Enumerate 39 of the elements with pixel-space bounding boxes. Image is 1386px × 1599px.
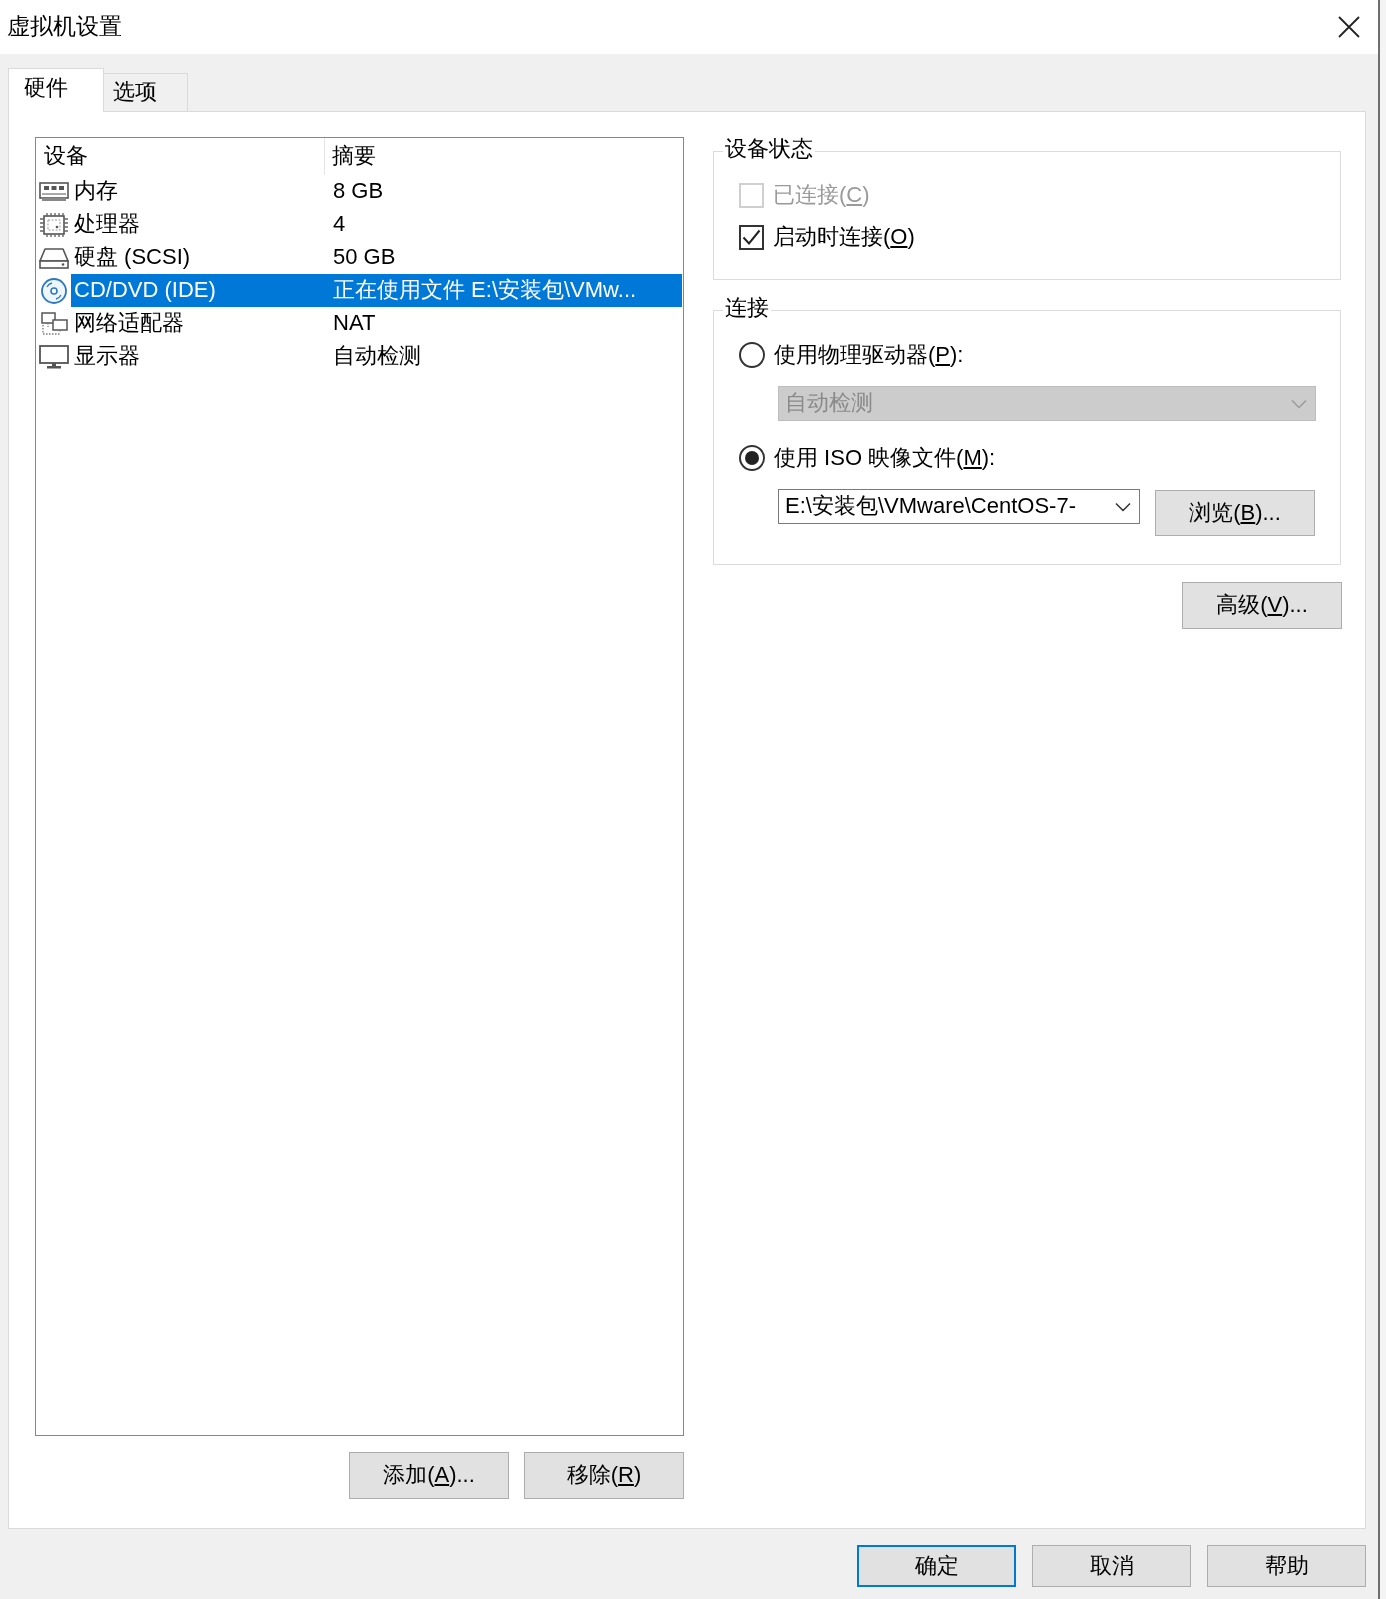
help-button[interactable]: 帮助 xyxy=(1207,1545,1366,1587)
device-name[interactable]: 网络适配器 xyxy=(71,307,325,340)
chevron-down-icon xyxy=(1291,398,1307,409)
device-name[interactable]: 处理器 xyxy=(71,208,325,241)
window-title: 虚拟机设置 xyxy=(7,13,122,41)
monitor-icon xyxy=(39,343,69,370)
chevron-down-icon xyxy=(1115,501,1131,512)
checkbox-label: 启动时连接(O) xyxy=(773,223,915,251)
device-name[interactable]: 显示器 xyxy=(71,340,325,373)
device-summary: NAT xyxy=(332,309,377,338)
device-summary: 50 GB xyxy=(332,243,397,272)
radio-label: 使用物理驱动器(P): xyxy=(774,341,964,369)
add-button[interactable]: 添加(A)... xyxy=(349,1452,509,1499)
close-icon xyxy=(1338,16,1360,38)
device-name[interactable]: 内存 xyxy=(71,175,325,208)
advanced-button[interactable]: 高级(V)... xyxy=(1182,582,1342,629)
remove-button[interactable]: 移除(R) xyxy=(524,1452,684,1499)
column-header[interactable]: 设备 xyxy=(36,138,325,175)
radio-button[interactable] xyxy=(739,342,765,368)
radio-label: 使用 ISO 映像文件(M): xyxy=(774,444,996,472)
device-name[interactable]: 硬盘 (SCSI) xyxy=(71,241,325,274)
device-summary: 4 xyxy=(332,210,347,239)
radio-button[interactable] xyxy=(739,445,765,471)
device-name[interactable]: CD/DVD (IDE) xyxy=(71,274,325,307)
disc-icon xyxy=(39,277,69,304)
network-monitors-icon xyxy=(39,310,69,337)
checkbox-label: 已连接(C) xyxy=(773,181,870,209)
browse-button[interactable]: 浏览(B)... xyxy=(1155,490,1315,536)
checkbox[interactable] xyxy=(739,224,764,250)
dropdown-field[interactable]: E:\安装包\VMware\CentOS-7- xyxy=(778,489,1140,524)
device-summary: 自动检测 xyxy=(332,342,422,371)
device-summary: 8 GB xyxy=(332,177,385,206)
chip-icon xyxy=(39,211,69,238)
device-summary: 正在使用文件 E:\安装包\VMw... xyxy=(325,274,682,307)
tab[interactable]: 选项 xyxy=(104,73,188,111)
column-header[interactable]: 摘要 xyxy=(325,143,376,170)
tab[interactable]: 硬件 xyxy=(8,68,104,112)
cancel-button[interactable]: 取消 xyxy=(1032,1545,1191,1587)
ok-button[interactable]: 确定 xyxy=(857,1545,1016,1587)
